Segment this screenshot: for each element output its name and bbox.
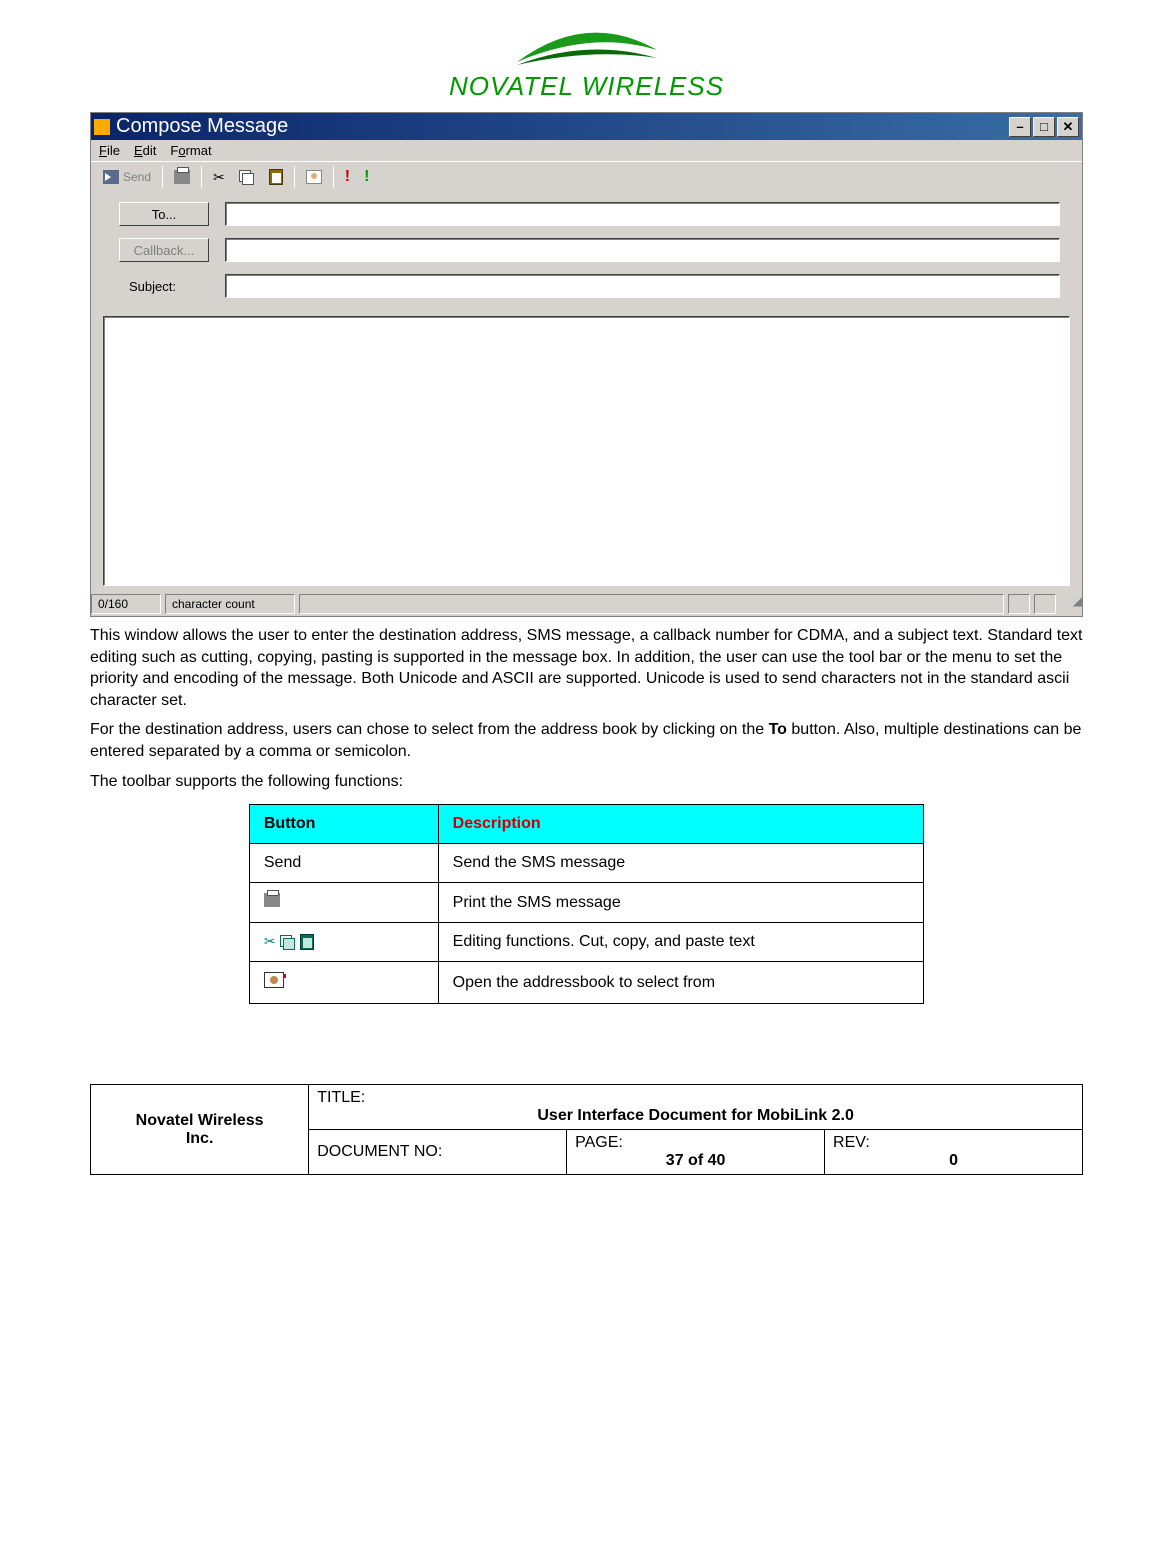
status-pane xyxy=(1008,594,1030,614)
subject-input[interactable] xyxy=(225,274,1060,298)
footer-org-line2: Inc. xyxy=(186,1130,214,1147)
paste-icon xyxy=(269,169,283,185)
copy-icon xyxy=(280,935,296,949)
copy-button[interactable] xyxy=(233,167,261,187)
cell-desc: Open the addressbook to select from xyxy=(438,962,923,1004)
paragraph-2-bold: To xyxy=(769,721,787,738)
print-icon xyxy=(174,170,190,184)
doc-control-block: Novatel Wireless Inc. TITLE: User Interf… xyxy=(90,1084,1083,1175)
resize-grip-icon[interactable]: ◢ xyxy=(1060,594,1082,614)
addressbook-icon xyxy=(306,170,322,184)
footer-rev-value: 0 xyxy=(833,1152,1074,1170)
table-row: ✂ Editing functions. Cut, copy, and past… xyxy=(249,923,923,962)
swoosh-icon xyxy=(497,20,677,75)
cut-icon: ✂ xyxy=(213,169,225,186)
cut-icon: ✂ xyxy=(264,933,276,950)
status-filler xyxy=(299,594,1004,614)
paragraph-2a: For the destination address, users can c… xyxy=(90,721,769,738)
subject-label: Subject: xyxy=(119,279,209,294)
footer-org-line1: Novatel Wireless xyxy=(136,1112,264,1129)
compose-window: Compose Message – □ ✕ File Edit Format S… xyxy=(90,112,1083,617)
footer-docno-label: DOCUMENT NO: xyxy=(317,1143,442,1160)
titlebar: Compose Message – □ ✕ xyxy=(91,113,1082,140)
window-title: Compose Message xyxy=(116,115,288,138)
send-icon xyxy=(103,170,119,184)
table-row: Print the SMS message xyxy=(249,883,923,923)
cell-button: Send xyxy=(249,844,438,883)
th-button: Button xyxy=(249,805,438,844)
menu-file[interactable]: File xyxy=(99,143,120,158)
exclamation-green-icon: ! xyxy=(364,168,369,186)
addressbook-button[interactable] xyxy=(300,167,328,187)
cell-desc: Send the SMS message xyxy=(438,844,923,883)
footer-title-value: User Interface Document for MobiLink 2.0 xyxy=(317,1107,1074,1125)
footer-page: PAGE: 37 of 40 xyxy=(567,1130,825,1175)
paste-button[interactable] xyxy=(263,166,289,188)
paragraph-3: The toolbar supports the following funct… xyxy=(90,771,1083,793)
table-row: Send Send the SMS message xyxy=(249,844,923,883)
menu-format[interactable]: Format xyxy=(170,143,211,158)
cell-button xyxy=(249,962,438,1004)
addressbook-icon xyxy=(264,972,284,988)
paragraph-1: This window allows the user to enter the… xyxy=(90,625,1083,711)
send-label: Send xyxy=(123,170,151,184)
menu-edit[interactable]: Edit xyxy=(134,143,156,158)
send-button[interactable]: Send xyxy=(97,167,157,187)
th-description: Description xyxy=(438,805,923,844)
table-row: Open the addressbook to select from xyxy=(249,962,923,1004)
footer-page-label: PAGE: xyxy=(575,1134,623,1151)
cell-button: ✂ xyxy=(249,923,438,962)
toolbar-separator xyxy=(294,166,295,188)
toolbar-separator xyxy=(201,166,202,188)
footer-rev: REV: 0 xyxy=(825,1130,1083,1175)
maximize-button[interactable]: □ xyxy=(1033,117,1055,137)
footer-rev-label: REV: xyxy=(833,1134,870,1151)
callback-input[interactable] xyxy=(225,238,1060,262)
print-icon xyxy=(264,893,280,907)
app-icon xyxy=(94,119,110,135)
toolbar-separator xyxy=(162,166,163,188)
cell-button xyxy=(249,883,438,923)
toolbar-separator xyxy=(333,166,334,188)
brand-text: NOVATEL WIRELESS xyxy=(90,71,1083,102)
close-button[interactable]: ✕ xyxy=(1057,117,1079,137)
priority-high-button[interactable]: ! xyxy=(339,165,356,189)
statusbar: 0/160 character count ◢ xyxy=(91,592,1082,616)
footer-docno: DOCUMENT NO: xyxy=(309,1130,567,1175)
toolbar-description-table: Button Description Send Send the SMS mes… xyxy=(249,804,924,1004)
priority-low-button[interactable]: ! xyxy=(358,165,375,189)
toolbar: Send ✂ ! ! xyxy=(91,161,1082,192)
menubar: File Edit Format xyxy=(91,140,1082,161)
footer-page-value: 37 of 40 xyxy=(575,1152,816,1170)
callback-button: Callback... xyxy=(119,238,209,262)
paste-icon xyxy=(300,934,314,950)
message-body[interactable] xyxy=(103,316,1070,586)
paragraph-2: For the destination address, users can c… xyxy=(90,719,1083,762)
cell-desc: Print the SMS message xyxy=(438,883,923,923)
footer-title-cell: TITLE: User Interface Document for MobiL… xyxy=(309,1085,1083,1130)
exclamation-red-icon: ! xyxy=(345,168,350,186)
char-count-label: character count xyxy=(165,594,295,614)
to-button[interactable]: To... xyxy=(119,202,209,226)
status-pane xyxy=(1034,594,1056,614)
cut-button[interactable]: ✂ xyxy=(207,166,231,189)
minimize-button[interactable]: – xyxy=(1009,117,1031,137)
copy-icon xyxy=(239,170,255,184)
footer-org: Novatel Wireless Inc. xyxy=(91,1085,309,1175)
cell-desc: Editing functions. Cut, copy, and paste … xyxy=(438,923,923,962)
print-button[interactable] xyxy=(168,167,196,187)
to-input[interactable] xyxy=(225,202,1060,226)
char-count: 0/160 xyxy=(91,594,161,614)
brand-logo: NOVATEL WIRELESS xyxy=(90,20,1083,102)
footer-title-label: TITLE: xyxy=(317,1089,365,1106)
